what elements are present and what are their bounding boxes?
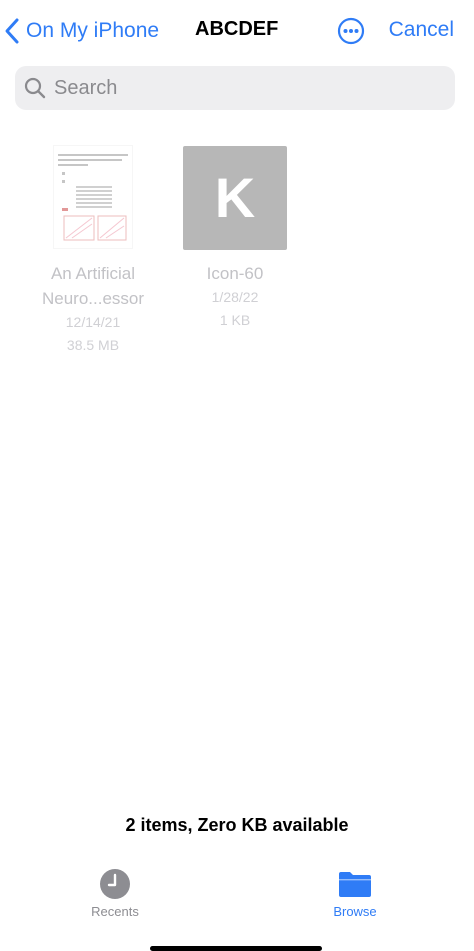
tab-label: Browse [333, 904, 377, 919]
page-title: ABCDEF [195, 18, 279, 40]
file-name: An Artificial Neuro...essor [41, 264, 145, 308]
back-button-label: On My iPhone [26, 19, 160, 42]
search-icon [24, 77, 46, 99]
file-date: 1/28/22 [211, 289, 259, 305]
navigation-bar: On My iPhone ABCDEF Cancel [0, 0, 474, 62]
tab-browse[interactable]: Browse [305, 868, 405, 919]
search-bar[interactable] [15, 66, 455, 110]
home-indicator[interactable] [150, 946, 322, 951]
file-item-document[interactable]: An Artificial Neuro...essor 12/14/21 38.… [18, 146, 168, 357]
more-options-button[interactable] [337, 17, 365, 45]
file-date: 12/14/21 [65, 314, 121, 330]
file-size: 1 KB [219, 312, 251, 328]
file-item-image[interactable]: K Icon-60 1/28/22 1 KB [160, 146, 310, 332]
tab-bar: Recents Browse [0, 860, 474, 951]
tab-recents[interactable]: Recents [65, 868, 165, 919]
file-size: 38.5 MB [66, 337, 120, 353]
thumbnail-letter: K [215, 168, 255, 228]
tab-label: Recents [91, 904, 139, 919]
chevron-left-icon [4, 17, 22, 45]
document-thumbnail [54, 146, 132, 248]
image-thumbnail: K [183, 146, 287, 250]
storage-status: 2 items, Zero KB available [125, 815, 349, 835]
cancel-button[interactable]: Cancel [389, 18, 454, 42]
ellipsis-circle-icon [337, 17, 365, 45]
search-input[interactable] [52, 75, 436, 101]
clock-icon [98, 868, 132, 900]
folder-icon [338, 868, 372, 900]
back-button[interactable]: On My iPhone [4, 14, 159, 48]
file-name: Icon-60 [206, 264, 264, 283]
